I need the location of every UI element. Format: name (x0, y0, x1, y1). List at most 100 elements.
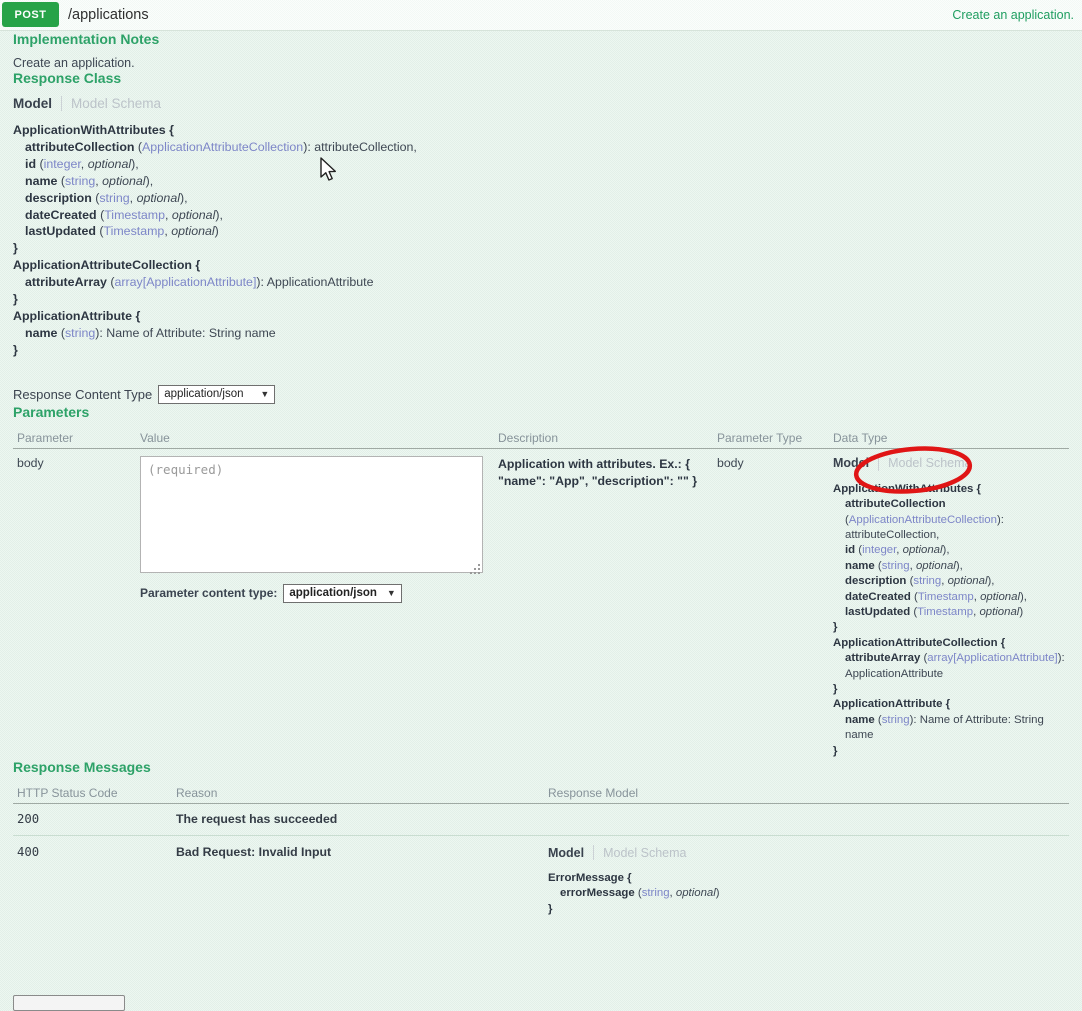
tab-divider (878, 456, 879, 471)
signature-token: ( (96, 224, 104, 238)
response-content-type-label: Response Content Type (13, 387, 152, 402)
signature-token: ) (716, 887, 720, 899)
signature-line: } (548, 902, 1069, 917)
implementation-notes-text: Create an application. (13, 56, 1069, 70)
signature-line: attributeCollection (833, 497, 1069, 512)
type-link: ApplicationAttributeCollection (142, 140, 303, 154)
signature-line: } (13, 240, 1069, 257)
response-class-title: Response Class (13, 70, 1069, 86)
signature-token: dateCreated (25, 208, 97, 222)
type-link: integer (44, 157, 81, 171)
signature-token: ): (997, 514, 1004, 526)
signature-line: name (string): Name of Attribute: String… (13, 325, 1069, 342)
parameter-name: body (13, 456, 140, 470)
type-link: string (913, 575, 941, 587)
tab-model[interactable]: Model (548, 846, 584, 860)
signature-token: , (130, 191, 137, 205)
signature-line: lastUpdated (Timestamp, optional) (833, 605, 1069, 620)
try-it-out-button[interactable] (13, 995, 125, 1011)
signature-token: optional (980, 591, 1020, 603)
signature-line: id (integer, optional), (13, 156, 1069, 173)
signature-line: } (13, 342, 1069, 359)
signature-token: attributeArray (845, 652, 920, 664)
signature-line: (ApplicationAttributeCollection): (833, 513, 1069, 528)
operation-body: Implementation Notes Create an applicati… (0, 31, 1082, 917)
signature-token: optional (979, 606, 1019, 618)
parameter-content-type-select[interactable]: application/json ▼ (283, 584, 401, 603)
signature-token: ): (1058, 652, 1065, 664)
signature-token: attributeCollection (25, 140, 134, 154)
reason-text: Bad Request: Invalid Input (176, 845, 548, 859)
col-data-type: Data Type (833, 431, 1069, 445)
status-code: 400 (13, 845, 176, 859)
parameter-value-cell: Parameter content type: application/json… (140, 456, 498, 603)
signature-token: } (13, 241, 18, 255)
method-badge[interactable]: POST (2, 2, 59, 27)
response-content-type-select[interactable]: application/json ▼ (158, 385, 275, 404)
signature-token: ), (146, 174, 154, 188)
parameters-title: Parameters (13, 404, 1069, 420)
signature-token: ), (943, 544, 950, 556)
signature-token: , (165, 208, 172, 222)
tab-model-schema[interactable]: Model Schema (603, 846, 686, 860)
signature-token: optional (171, 224, 214, 238)
parameters-table-header: Parameter Value Description Parameter Ty… (13, 431, 1069, 449)
signature-token: ApplicationAttribute (845, 668, 943, 680)
signature-token: ), (1020, 591, 1027, 603)
signature-token: optional (172, 208, 215, 222)
response-model-tabs: Model Model Schema (548, 845, 1069, 860)
signature-line: } (13, 291, 1069, 308)
signature-line: } (833, 682, 1069, 697)
response-content-type-value: application/json (164, 388, 243, 400)
signature-line: attributeArray (array[ApplicationAttribu… (13, 274, 1069, 291)
chevron-down-icon: ▼ (387, 588, 396, 598)
signature-line: attributeCollection, (833, 528, 1069, 543)
signature-token: ( (875, 714, 882, 726)
signature-token: errorMessage (560, 887, 635, 899)
response-model-cell: Model Model Schema ErrorMessage { errorMe… (548, 845, 1069, 917)
response-messages-title: Response Messages (13, 759, 1069, 775)
operation-summary-link[interactable]: Create an application. (952, 0, 1074, 30)
signature-line: } (833, 744, 1069, 759)
signature-line: ApplicationAttributeCollection { (833, 636, 1069, 651)
signature-token: ErrorMessage { (548, 872, 632, 884)
parameter-content-type-value: application/json (289, 587, 377, 599)
signature-token: attributeCollection (845, 498, 946, 510)
tab-model-schema[interactable]: Model Schema (71, 96, 161, 111)
body-parameter-input[interactable] (140, 456, 483, 573)
tab-model-schema[interactable]: Model Schema (888, 456, 971, 470)
signature-line: lastUpdated (Timestamp, optional) (13, 223, 1069, 240)
response-messages-header: HTTP Status Code Reason Response Model (13, 786, 1069, 804)
signature-token: name (845, 560, 875, 572)
type-link: string (882, 560, 910, 572)
response-class-tabs: Model Model Schema (13, 96, 1069, 111)
tab-divider (593, 845, 594, 860)
signature-token: dateCreated (845, 591, 911, 603)
signature-token: id (25, 157, 36, 171)
signature-line: ApplicationAttribute { (833, 697, 1069, 712)
type-link: string (65, 326, 95, 340)
tab-model[interactable]: Model (13, 96, 52, 111)
type-link: Timestamp (104, 208, 165, 222)
signature-line: ApplicationAttribute { (13, 308, 1069, 325)
parameter-data-type-cell: Model Model Schema ApplicationWithAttrib… (833, 456, 1069, 759)
chevron-down-icon: ▼ (260, 389, 269, 399)
signature-line: name (string, optional), (13, 173, 1069, 190)
col-parameter-type: Parameter Type (717, 431, 833, 445)
signature-token: ApplicationAttribute { (833, 698, 950, 710)
signature-token: lastUpdated (845, 606, 910, 618)
signature-token: description (845, 575, 906, 587)
signature-token: ApplicationWithAttributes { (13, 123, 174, 137)
col-reason: Reason (176, 786, 548, 800)
tab-model[interactable]: Model (833, 456, 869, 470)
data-type-model-signature: ApplicationWithAttributes {attributeColl… (833, 482, 1069, 759)
signature-line: dateCreated (Timestamp, optional), (833, 590, 1069, 605)
signature-token: ( (875, 560, 882, 572)
endpoint-path[interactable]: /applications (68, 7, 149, 23)
signature-token: ), (215, 208, 223, 222)
data-type-tabs: Model Model Schema (833, 456, 1069, 471)
type-link: string (99, 191, 129, 205)
response-row-200: 200 The request has succeeded (13, 804, 1069, 836)
operation-header: POST /applications Create an application… (0, 0, 1082, 31)
type-link: ApplicationAttributeCollection (849, 514, 997, 526)
